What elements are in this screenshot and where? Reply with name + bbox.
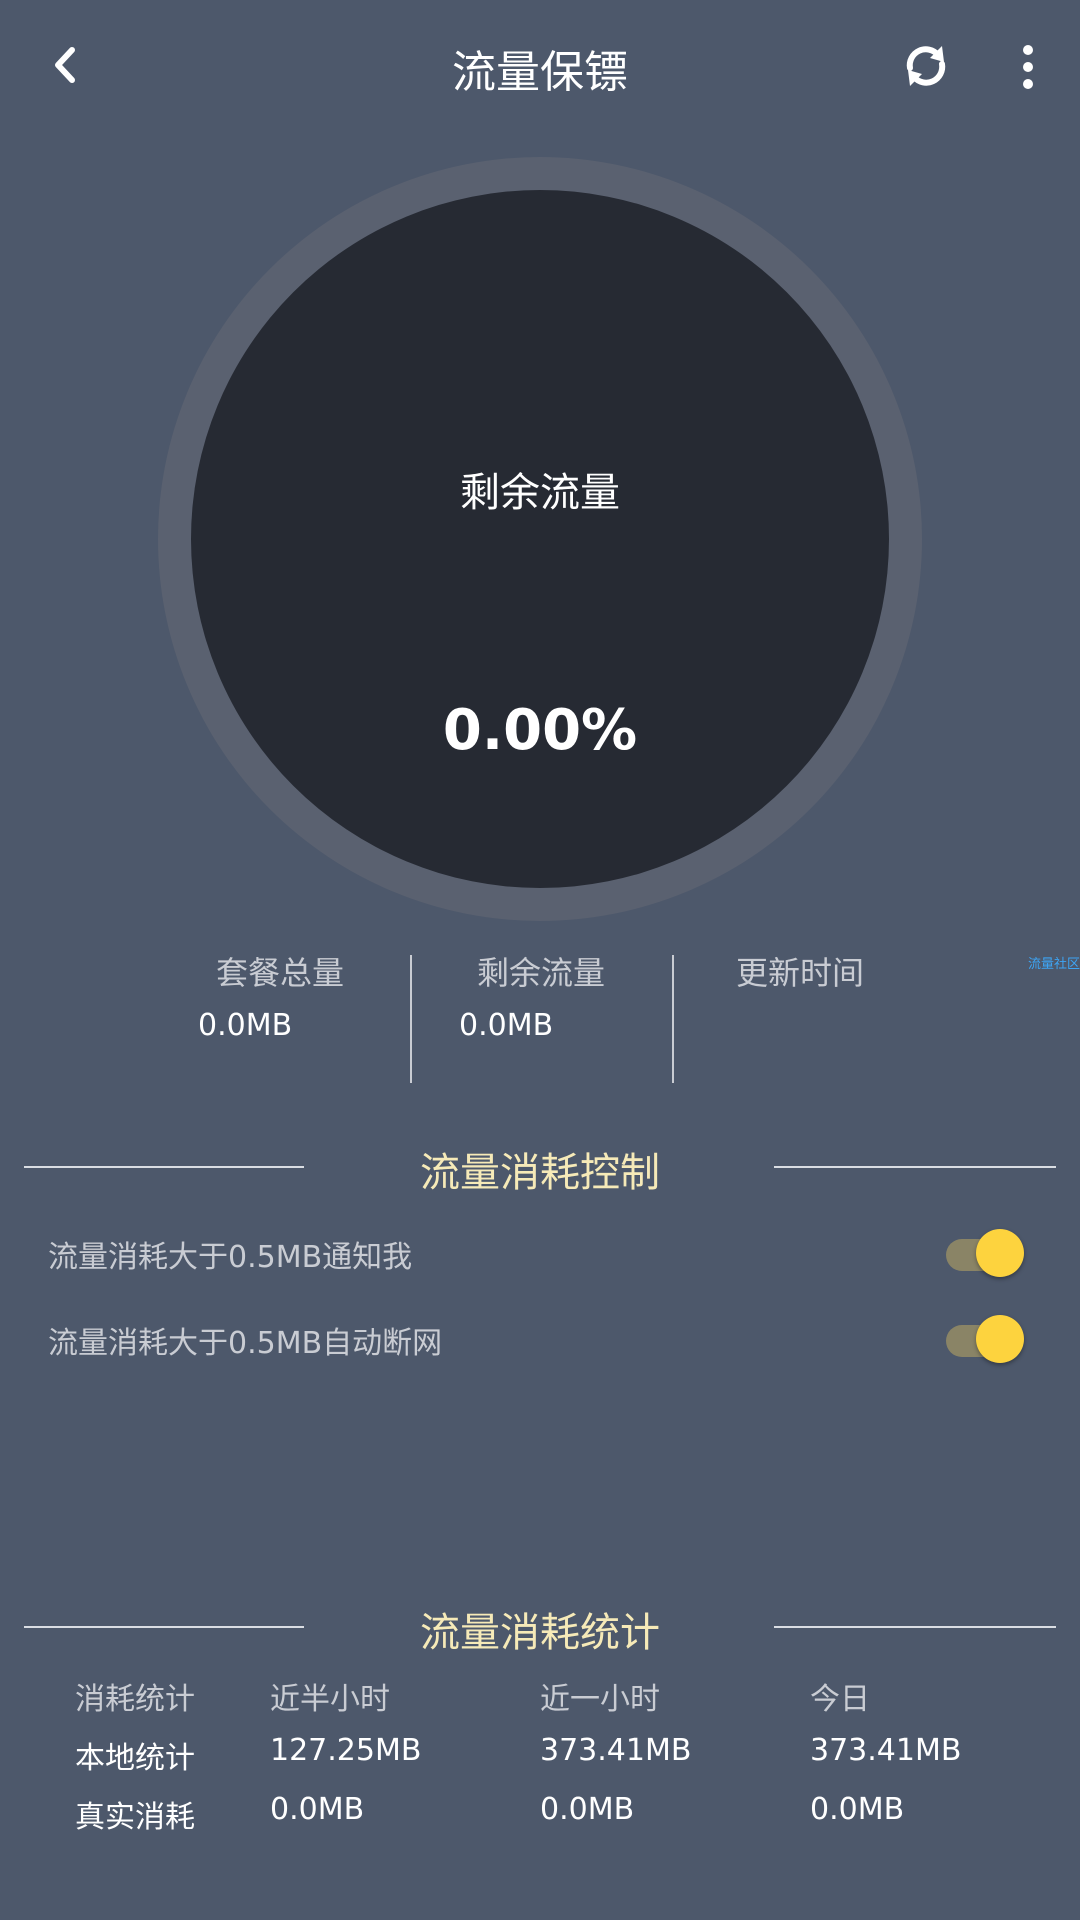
notify-toggle[interactable] bbox=[946, 1229, 1024, 1279]
more-vertical-icon bbox=[1023, 45, 1033, 89]
table-cell: 127.25MB bbox=[270, 1733, 422, 1768]
table-header: 近半小时 bbox=[270, 1682, 390, 1717]
summary-total-label: 套餐总量 bbox=[215, 954, 344, 992]
summary-update-label: 更新时间 bbox=[735, 954, 864, 992]
table-cell: 0.0MB bbox=[270, 1792, 365, 1827]
control-item-disconnect-label: 流量消耗大于0.5MB自动断网 bbox=[48, 1326, 443, 1361]
table-cell: 0.0MB bbox=[810, 1792, 905, 1827]
table-header: 今日 bbox=[810, 1682, 870, 1717]
watermark: 流量社区 bbox=[1028, 957, 1080, 972]
summary-total-value: 0.0MB bbox=[198, 1008, 293, 1043]
more-options-button[interactable] bbox=[1008, 42, 1048, 92]
gauge-label: 剩余流量 bbox=[460, 470, 620, 516]
table-header: 近一小时 bbox=[540, 1682, 660, 1717]
table-cell: 0.0MB bbox=[540, 1792, 635, 1827]
table-cell: 373.41MB bbox=[810, 1733, 962, 1768]
control-section-title: 流量消耗控制 bbox=[420, 1150, 660, 1196]
summary-remaining-label: 剩余流量 bbox=[476, 954, 605, 992]
top-bar: 流量保镖 bbox=[0, 0, 1080, 130]
summary-remaining-value: 0.0MB bbox=[459, 1008, 554, 1043]
section-divider bbox=[774, 1166, 1056, 1168]
toggle-knob bbox=[976, 1229, 1024, 1277]
control-item-notify-label: 流量消耗大于0.5MB通知我 bbox=[48, 1240, 413, 1275]
table-cell: 373.41MB bbox=[540, 1733, 692, 1768]
table-row-label: 本地统计 bbox=[75, 1741, 195, 1776]
refresh-icon bbox=[906, 46, 946, 86]
table-row-label: 真实消耗 bbox=[75, 1800, 195, 1835]
toggle-knob bbox=[976, 1315, 1024, 1363]
refresh-button[interactable] bbox=[898, 38, 954, 94]
auto-disconnect-toggle[interactable] bbox=[946, 1315, 1024, 1365]
stats-section-title: 流量消耗统计 bbox=[420, 1610, 660, 1656]
table-header: 消耗统计 bbox=[75, 1682, 195, 1717]
gauge-value: 0.00% bbox=[442, 698, 638, 763]
gauge-disc: 剩余流量 0.00% bbox=[191, 190, 889, 888]
section-divider bbox=[774, 1626, 1056, 1628]
